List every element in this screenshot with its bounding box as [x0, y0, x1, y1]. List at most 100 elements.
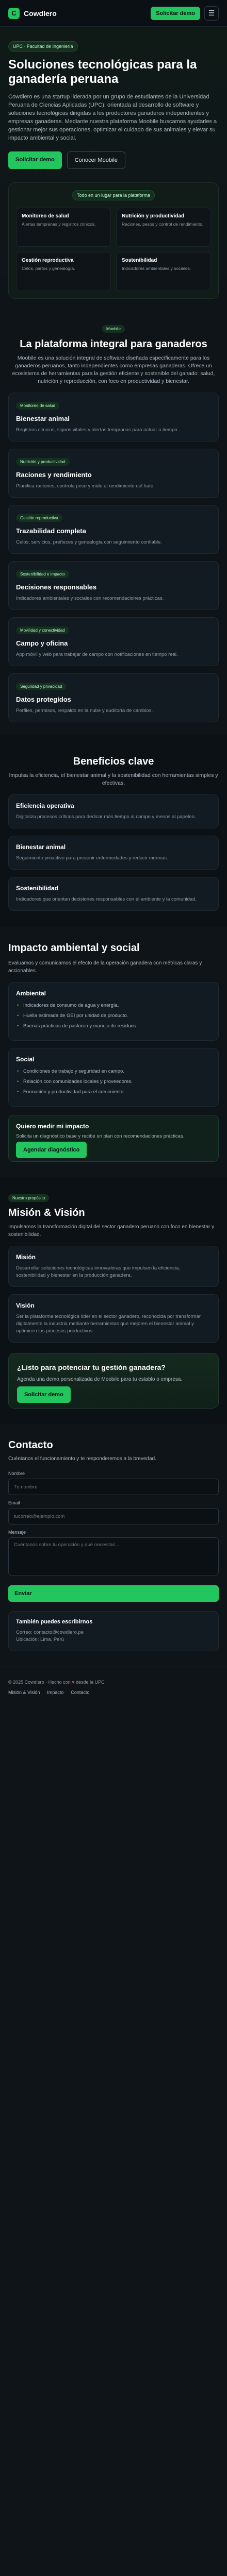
benefit-card: Sostenibilidad Indicadores que orientan …: [8, 877, 219, 911]
feature-tag: Nutrición y productividad: [16, 458, 70, 466]
feature-desc: Celos, servicios, preñeces y genealogía …: [16, 539, 163, 545]
feature-card: Movilidad y conectividad Campo y oficina…: [8, 617, 219, 666]
feature-title: Trazabilidad completa: [16, 527, 86, 535]
vision-card: Visión Ser la plataforma tecnológica líd…: [8, 1294, 219, 1343]
footer-link-contact[interactable]: Contacto: [71, 1690, 89, 1695]
mission-title: Misión & Visión: [8, 1207, 85, 1218]
hero-card-item: Nutrición y productividad Raciones, peso…: [116, 208, 211, 247]
email-label: Email: [8, 1500, 20, 1505]
benefit-title: Sostenibilidad: [16, 885, 59, 892]
environmental-card: Ambiental Indicadores de consumo de agua…: [8, 982, 219, 1041]
list-item: Condiciones de trabajo y seguridad en ca…: [16, 1068, 211, 1075]
mission-tag: Nuestro propósito: [8, 1194, 50, 1202]
benefit-card: Bienestar animal Seguimiento proactivo p…: [8, 836, 219, 870]
hero-card-item: Gestión reproductiva Celos, partos y gen…: [16, 252, 111, 291]
feature-tag: Monitoreo de salud: [16, 402, 60, 410]
ready-title: ¿Listo para potenciar tu gestión ganader…: [17, 1363, 166, 1371]
feature-title: Campo y oficina: [16, 639, 68, 647]
list-item: Indicadores de consumo de agua y energía…: [16, 1002, 211, 1009]
impact-section: Impacto ambiental y social Evaluamos y c…: [0, 926, 227, 1177]
feature-tag: Gestión reproductiva: [16, 514, 62, 522]
hero-title: Soluciones tecnológicas para la ganaderí…: [8, 58, 197, 86]
feature-desc: Registros clínicos, signos vitales y ale…: [16, 427, 179, 433]
top-nav-bar: C Cowdlero Solicitar demo ☰: [0, 0, 227, 27]
contact-email[interactable]: Correo: contacto@cowdlero.pe: [16, 1629, 211, 1636]
impact-title: Impacto ambiental y social: [8, 942, 140, 954]
mission-card-title: Misión: [16, 1253, 36, 1261]
brand[interactable]: C Cowdlero: [8, 7, 57, 19]
footer-link-impact[interactable]: Impacto: [47, 1690, 63, 1695]
hero-card-pill: Todo en un lugar para la plataforma: [72, 190, 155, 200]
email-field[interactable]: [8, 1508, 219, 1524]
feature-desc: Planifica raciones, controla peso y mide…: [16, 483, 155, 489]
ready-cta-card: ¿Listo para potenciar tu gestión ganader…: [8, 1353, 219, 1409]
social-card: Social Condiciones de trabajo y segurida…: [8, 1048, 219, 1107]
feature-card: Gestión reproductiva Trazabilidad comple…: [8, 505, 219, 554]
message-field[interactable]: [8, 1537, 219, 1575]
hero-pill: UPC · Facultad de Ingeniería: [8, 41, 78, 52]
list-item: Huella estimada de GEI por unidad de pro…: [16, 1012, 211, 1020]
feature-desc: Perfiles, permisos, respaldo en la nube …: [16, 708, 153, 714]
platform-title: La plataforma integral para ganaderos: [20, 338, 207, 350]
hero-card-item: Sostenibilidad Indicadores ambientales y…: [116, 252, 211, 291]
hero-feature-card: Todo en un lugar para la plataforma Moni…: [8, 182, 219, 299]
benefit-desc: Seguimiento proactivo para prevenir enfe…: [16, 855, 168, 861]
brand-name: Cowdlero: [24, 9, 57, 18]
contact-section: Contacto Cuéntanos el funcionamiento y t…: [0, 1424, 227, 1667]
feature-title: Datos protegidos: [16, 696, 71, 703]
footer-link-mission[interactable]: Misión & Visión: [8, 1690, 40, 1695]
hero-card-item: Monitoreo de salud Alertas tempranas y r…: [16, 208, 111, 247]
feature-desc: App móvil y web para trabajar de campo c…: [16, 652, 178, 657]
impact-subtitle: Evaluamos y comunicamos el efecto de la …: [8, 960, 202, 974]
benefit-desc: Digitaliza procesos críticos para dedica…: [16, 814, 196, 820]
benefits-section: Beneficios clave Impulsa la eficiencia, …: [0, 735, 227, 926]
mission-subtitle: Impulsamos la transformación digital del…: [8, 1224, 215, 1238]
contact-info-card: También puedes escribirnos Correo: conta…: [8, 1611, 219, 1651]
hero-card-item-desc: Celos, partos y genealogía.: [22, 266, 75, 271]
message-label: Mensaje: [8, 1530, 26, 1535]
list-item: Formación y productividad para el crecim…: [16, 1089, 211, 1096]
hero-learn-button[interactable]: Conocer Moobile: [67, 151, 125, 169]
name-field[interactable]: [8, 1479, 219, 1495]
feature-title: Bienestar animal: [16, 415, 70, 422]
hero-description: Cowdlero es una startup liderada por un …: [8, 94, 217, 141]
cow-logo-icon: C: [8, 7, 20, 19]
menu-icon[interactable]: ☰: [204, 6, 219, 21]
name-label: Nombre: [8, 1471, 25, 1476]
schedule-diagnosis-button[interactable]: Agendar diagnóstico: [16, 1142, 87, 1158]
contact-location: Ubicación: Lima, Perú: [16, 1637, 64, 1642]
benefit-title: Bienestar animal: [16, 843, 66, 851]
list-item: Relación con comunidades locales y prove…: [16, 1078, 211, 1086]
list-item: Buenas prácticas de pastoreo y manejo de…: [16, 1023, 211, 1030]
footer: © 2025 Cowdlero · Hecho con ♥ desde la U…: [0, 1667, 227, 1710]
feature-card: Monitoreo de salud Bienestar animal Regi…: [8, 393, 219, 442]
header-demo-button[interactable]: Solicitar demo: [151, 6, 200, 20]
feature-title: Raciones y rendimiento: [16, 471, 92, 479]
hero-card-item-title: Nutrición y productividad: [122, 213, 185, 219]
feature-card: Seguridad y privacidad Datos protegidos …: [8, 673, 219, 722]
copyright-post: desde la UPC: [76, 1680, 105, 1685]
benefit-desc: Indicadores que orientan decisiones resp…: [16, 896, 197, 902]
feature-card: Nutrición y productividad Raciones y ren…: [8, 449, 219, 498]
feature-desc: Indicadores ambientales y sociales con r…: [16, 596, 164, 601]
environmental-title: Ambiental: [16, 990, 46, 997]
mission-card-desc: Desarrollar soluciones tecnológicas inno…: [16, 1265, 180, 1278]
feature-tag: Sostenibilidad e impacto: [16, 570, 69, 578]
copyright-pre: © 2025 Cowdlero · Hecho con: [8, 1680, 71, 1685]
impact-cta-card: Quiero medir mi impacto Solicita un diag…: [8, 1115, 219, 1162]
hero-demo-button[interactable]: Solicitar demo: [8, 151, 62, 169]
copyright: © 2025 Cowdlero · Hecho con ♥ desde la U…: [8, 1680, 219, 1685]
hero-card-item-desc: Indicadores ambientales y sociales.: [122, 266, 191, 271]
platform-subtitle: Moobile es una solución integral de soft…: [12, 355, 215, 384]
send-button[interactable]: Enviar: [8, 1585, 219, 1602]
heart-icon: ♥: [72, 1680, 75, 1685]
hero-card-item-desc: Alertas tempranas y registros clínicos.: [22, 222, 96, 227]
mission-section: Nuestro propósito Misión & Visión Impuls…: [0, 1177, 227, 1424]
mission-card: Misión Desarrollar soluciones tecnológic…: [8, 1246, 219, 1287]
benefits-subtitle: Impulsa la eficiencia, el bienestar anim…: [9, 772, 218, 786]
social-title: Social: [16, 1056, 35, 1063]
ready-demo-button[interactable]: Solicitar demo: [17, 1386, 71, 1403]
vision-card-desc: Ser la plataforma tecnológica líder en e…: [16, 1314, 201, 1334]
hero-card-item-title: Monitoreo de salud: [22, 213, 69, 219]
benefit-card: Eficiencia operativa Digitaliza procesos…: [8, 794, 219, 828]
